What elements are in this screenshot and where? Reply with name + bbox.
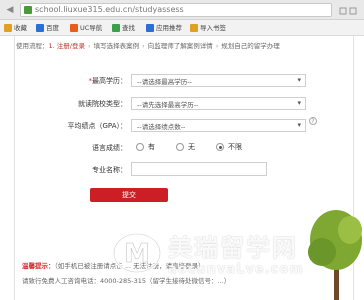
language-radio-yes[interactable]: [136, 143, 144, 151]
degree-label: *最高学历：: [88, 77, 128, 85]
school-type-select-value: --请先选择最高学历--: [137, 101, 199, 109]
search-icon: [112, 24, 120, 32]
submit-button[interactable]: 提交: [90, 188, 168, 202]
bookmark-import[interactable]: 导入书签: [190, 22, 226, 34]
language-radio-any[interactable]: [216, 143, 224, 151]
tip-title: 温馨提示：: [22, 262, 55, 270]
baidu-icon: [36, 24, 44, 32]
url-text: school.liuxue315.edu.cn/studyassess: [35, 5, 184, 14]
breadcrumb-step-2: 填写选择表案例: [93, 42, 140, 50]
star-icon: [4, 24, 12, 32]
back-arrow-icon[interactable]: ◀: [4, 4, 16, 16]
browser-controls[interactable]: [336, 3, 360, 17]
breadcrumb-step-4: 规划自己的留学办理: [221, 42, 280, 50]
language-label: 语言成绩：: [92, 144, 127, 152]
watermark-url: aocunvaLve.com: [168, 262, 304, 277]
degree-select[interactable]: --请选择最高学历-- ▾: [131, 74, 306, 87]
help-icon[interactable]: ?: [309, 117, 317, 125]
menu-icon: [339, 7, 357, 15]
folder-icon: [190, 24, 198, 32]
breadcrumb-step-3: 向监理师了解案例详情: [147, 42, 213, 50]
dropdown-arrow-icon: ▾: [297, 121, 301, 129]
secure-site-icon: [24, 6, 32, 14]
uc-icon: [70, 24, 78, 32]
school-type-select[interactable]: --请先选择最高学历-- ▾: [131, 97, 306, 110]
language-radio-no[interactable]: [176, 143, 184, 151]
breadcrumb: 使用流程：1. 注册/登录 › 填写选择表案例 › 向监理师了解案例详情 › 规划自己的留学…: [16, 42, 280, 50]
gpa-label: 平均绩点（GPA）：: [67, 122, 128, 130]
bookmark-search[interactable]: 查找: [112, 22, 135, 34]
tree-decoration: [308, 210, 362, 300]
language-option-any: 不限: [228, 143, 242, 151]
apps-icon: [146, 24, 154, 32]
bookmark-app-recommend[interactable]: 应用推荐: [146, 22, 182, 34]
breadcrumb-step-1[interactable]: 1. 注册/登录: [49, 42, 85, 50]
language-option-no: 无: [188, 143, 195, 151]
address-bar: ◀ school.liuxue315.edu.cn/studyassess: [0, 0, 364, 20]
school-type-label: 就读院校类型：: [78, 100, 127, 108]
watermark-title: 美瑞留学网: [168, 234, 298, 262]
url-field[interactable]: school.liuxue315.edu.cn/studyassess: [20, 3, 332, 17]
gpa-select-value: --请选择绩点数--: [137, 123, 186, 131]
major-input[interactable]: [131, 162, 267, 176]
svg-text:M: M: [124, 239, 150, 269]
bookmarks-bar: 收藏 百度 UC导航 查找 应用推荐 导入书签: [0, 20, 364, 36]
watermark-logo-icon: M: [112, 232, 162, 274]
bookmark-favorites[interactable]: 收藏: [4, 22, 27, 34]
major-label: 专业名称：: [92, 166, 127, 174]
degree-select-value: --请选择最高学历--: [137, 78, 192, 86]
bookmark-uc-nav[interactable]: UC导航: [70, 22, 102, 34]
bookmark-baidu[interactable]: 百度: [36, 22, 59, 34]
dropdown-arrow-icon: ▾: [297, 99, 301, 107]
dropdown-arrow-icon: ▾: [297, 76, 301, 84]
language-option-yes: 有: [148, 143, 155, 151]
gpa-select[interactable]: --请选择绩点数-- ▾: [131, 119, 306, 132]
